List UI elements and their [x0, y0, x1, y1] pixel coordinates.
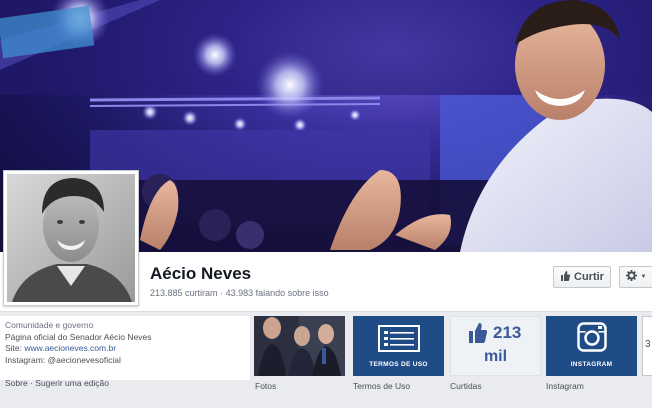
- site-label: Site:: [5, 343, 23, 353]
- like-button-label: Curtir: [574, 271, 604, 283]
- page-category[interactable]: Comunidade e governo: [5, 320, 245, 332]
- suggest-edit-link[interactable]: Sugerir uma edição: [35, 378, 109, 388]
- chevron-down-icon: ▼: [640, 274, 647, 280]
- more-apps-count: 3: [645, 339, 651, 350]
- talking-about-count[interactable]: 43.983 falando sobre isso: [226, 288, 329, 298]
- profile-picture[interactable]: [3, 170, 139, 306]
- like-button[interactable]: Curtir: [553, 266, 611, 288]
- gear-icon: [625, 270, 637, 284]
- document-icon: [378, 325, 420, 352]
- instagram-icon: [577, 322, 607, 352]
- page-description: Página oficial do Senador Aécio Neves: [5, 331, 152, 342]
- instagram-tile-text: INSTAGRAM: [570, 361, 613, 368]
- about-box: Comunidade e governo Página oficial do S…: [0, 316, 250, 380]
- site-row: Site: www.aecioneves.com.br: [5, 343, 245, 355]
- about-footer-separator: ·: [30, 378, 33, 388]
- settings-button[interactable]: ▼: [619, 266, 652, 288]
- terms-app-label[interactable]: Termos de Uso: [353, 381, 410, 391]
- photos-thumbnail: [254, 316, 345, 376]
- photos-app-label[interactable]: Fotos: [255, 381, 276, 391]
- about-footer: Sobre · Sugerir uma edição: [5, 378, 109, 388]
- instagram-handle: @aecionevesoficial: [47, 354, 121, 365]
- likes-tile-unit: mil: [483, 348, 508, 365]
- terms-app-tile[interactable]: TERMOS DE USO: [353, 316, 444, 376]
- instagram-label: Instagram:: [5, 354, 46, 365]
- instagram-row: Instagram: @aecionevesoficial: [5, 355, 245, 367]
- likes-tile-count: 213: [493, 323, 522, 342]
- likes-app-label[interactable]: Curtidas: [450, 381, 482, 391]
- instagram-app-tile[interactable]: INSTAGRAM: [546, 316, 637, 376]
- instagram-app-label[interactable]: Instagram: [546, 381, 584, 391]
- thumbs-up-icon: [469, 323, 488, 343]
- page-title[interactable]: Aécio Neves: [150, 264, 251, 284]
- thumbs-up-icon: [560, 270, 571, 284]
- photos-app-tile[interactable]: [254, 316, 345, 376]
- stats-separator: ·: [220, 288, 224, 298]
- profile-photo-illustration: [7, 174, 135, 302]
- page-stats: 213.885 curtiram · 43.983 falando sobre …: [150, 288, 329, 298]
- likes-app-tile[interactable]: 213 mil: [450, 316, 541, 376]
- site-link[interactable]: www.aecioneves.com.br: [24, 343, 116, 353]
- about-link[interactable]: Sobre: [5, 378, 28, 388]
- likes-count[interactable]: 213.885 curtiram: [150, 288, 218, 298]
- terms-tile-text: TERMOS DE USO: [369, 361, 428, 368]
- more-apps-toggle[interactable]: 3: [642, 316, 652, 376]
